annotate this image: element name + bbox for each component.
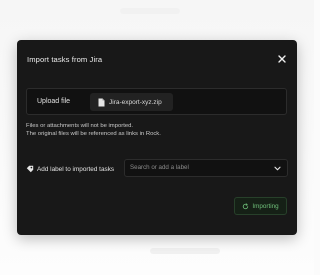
background-placeholder (150, 248, 220, 254)
note-line-2: The original files will be referenced as… (26, 131, 161, 137)
refresh-icon (243, 202, 249, 209)
chevron-down-icon (274, 166, 281, 171)
note-line-1: Files or attachments will not be importe… (26, 123, 134, 129)
file-icon (98, 98, 105, 106)
close-button[interactable] (276, 53, 288, 65)
tag-icon (26, 165, 34, 173)
importing-button[interactable]: Importing (234, 197, 287, 215)
label-select-placeholder: Search or add a label (130, 164, 189, 171)
background-placeholder (120, 8, 180, 14)
label-title-text: Add label to imported tasks (37, 165, 115, 173)
import-modal: Import tasks from Jira Upload file Jira-… (17, 40, 297, 235)
close-icon (278, 55, 286, 63)
file-name: Jira-export-xyz.zip (109, 98, 162, 106)
uploaded-file-chip[interactable]: Jira-export-xyz.zip (90, 93, 173, 111)
modal-title: Import tasks from Jira (27, 55, 103, 64)
attachments-note: Files or attachments will not be importe… (26, 122, 288, 138)
label-select[interactable]: Search or add a label (124, 159, 288, 177)
upload-file-button[interactable]: Upload file (37, 95, 70, 109)
label-section-title: Add label to imported tasks (26, 164, 114, 174)
upload-area: Upload file Jira-export-xyz.zip (26, 88, 287, 115)
importing-label: Importing (252, 202, 279, 210)
